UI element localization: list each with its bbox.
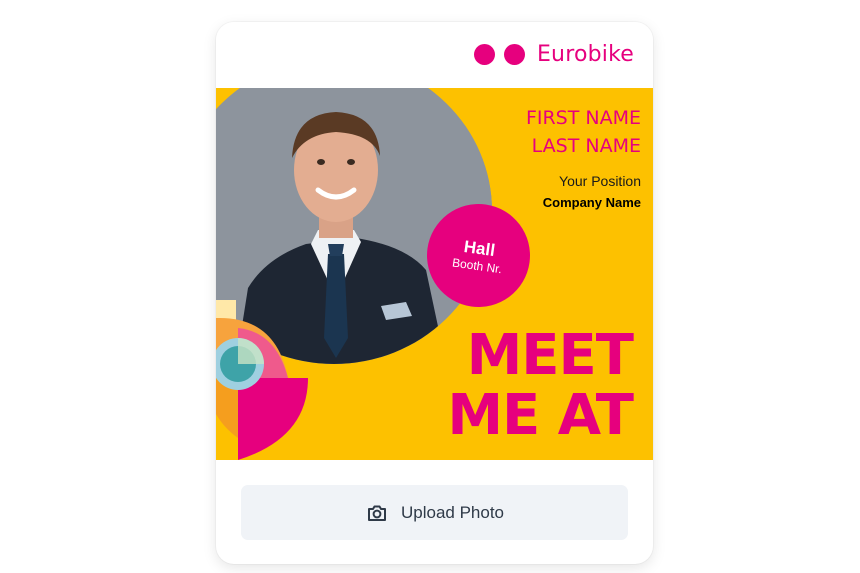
upload-photo-button[interactable]: Upload Photo xyxy=(241,485,628,540)
first-name: FIRST NAME xyxy=(525,107,641,129)
logo-dot-icon xyxy=(473,44,495,65)
decorative-geometric-graphic xyxy=(216,300,308,460)
badge-preview-card: Eurobike Hall Booth Nr. FIRST NAME LAST … xyxy=(216,22,653,564)
eurobike-logo: Eurobike xyxy=(473,42,634,67)
headline-line-1: MEET xyxy=(466,323,634,388)
badge-banner: Hall Booth Nr. FIRST NAME LAST NAME Your… xyxy=(216,88,653,460)
badge-header: Eurobike xyxy=(216,22,653,88)
attendee-info: FIRST NAME LAST NAME Your Position Compa… xyxy=(526,104,641,215)
headline-line-2: ME AT xyxy=(447,383,634,448)
company-name: Company Name xyxy=(542,195,641,210)
booth-label: Booth Nr. xyxy=(451,254,503,276)
logo-dot-icon xyxy=(503,44,525,65)
meet-me-at-headline: MEET ME AT xyxy=(447,323,634,448)
position-text: Your Position xyxy=(559,173,641,189)
upload-photo-label: Upload Photo xyxy=(400,502,505,522)
last-name: LAST NAME xyxy=(531,135,641,157)
logo-text: Eurobike xyxy=(536,42,634,67)
camera-icon xyxy=(367,505,386,521)
